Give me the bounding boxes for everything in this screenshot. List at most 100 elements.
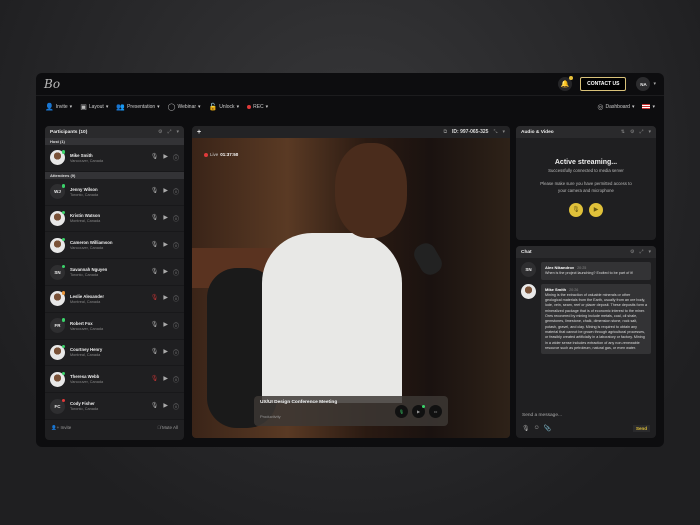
participant-row[interactable]: FCCody FisherToronto, Canada🎙▶ⓘ [45, 393, 184, 420]
avatar-initials: FR [55, 323, 61, 328]
chevron-down-icon[interactable]: ▾ [648, 129, 651, 135]
mic-icon[interactable]: 🎙 [151, 321, 159, 330]
screen-share-button[interactable]: ▭ [429, 405, 442, 418]
info-icon[interactable]: ⓘ [173, 375, 179, 384]
participant-row[interactable]: Courtney HenryMontreal, Canada🎙▶ⓘ [45, 340, 184, 367]
mic-off-icon[interactable]: 🎙 [151, 375, 159, 384]
users-icon: 👥 [116, 103, 125, 111]
participant-avatar: SN [50, 265, 65, 280]
mic-icon[interactable]: 🎙 [151, 402, 159, 411]
camera-icon[interactable]: ▶ [163, 187, 168, 196]
contact-us-button[interactable]: CONTACT US [580, 77, 626, 91]
info-icon[interactable]: ⓘ [173, 294, 179, 303]
info-icon[interactable]: ⓘ [173, 187, 179, 196]
info-icon[interactable]: ⓘ [173, 402, 179, 411]
invite-menu[interactable]: 👤Invite▾ [45, 103, 72, 111]
lock-icon: 🔓 [209, 103, 218, 111]
camera-icon[interactable]: ▶ [163, 268, 168, 277]
user-avatar[interactable]: NA [636, 77, 650, 91]
presentation-label: Presentation [127, 104, 155, 110]
language-menu[interactable]: ▾ [642, 104, 655, 110]
settings-icon[interactable]: ⚙ [158, 129, 162, 135]
status-dot-icon [62, 291, 66, 295]
info-icon[interactable]: ⓘ [173, 321, 179, 330]
participant-row[interactable]: Cameron WilliamsonVancouver, Canada🎙▶ⓘ [45, 232, 184, 259]
expand-icon[interactable]: ⤢ [167, 129, 171, 135]
participant-row[interactable]: Kristin WatsonMontreal, Canada🎙▶ⓘ [45, 206, 184, 233]
camera-icon[interactable]: ▶ [163, 153, 168, 162]
chevron-down-icon[interactable]: ▾ [176, 129, 179, 135]
participant-name: Kristin Watson [70, 213, 151, 218]
add-icon[interactable]: + [197, 129, 201, 136]
layout-menu[interactable]: ▣Layout▾ [80, 103, 108, 111]
copy-icon[interactable]: ⧉ [443, 129, 447, 135]
rec-menu[interactable]: REC▾ [247, 104, 268, 110]
info-icon[interactable]: ⓘ [173, 214, 179, 223]
expand-icon[interactable]: ⤢ [639, 249, 643, 255]
settings-icon[interactable]: ⚙ [630, 129, 634, 135]
participant-location: Vancouver, Canada [70, 159, 151, 163]
participant-location: Montreal, Canada [70, 300, 151, 304]
participant-name: Theresa Webb [70, 374, 151, 379]
participant-row[interactable]: Leslie AlexanderMontreal, Canada🎙▶ⓘ [45, 286, 184, 313]
chevron-down-icon[interactable]: ▾ [653, 81, 656, 87]
mute-all-button[interactable]: 🎙̸ Mute All [157, 425, 178, 430]
participant-row[interactable]: Mike SmithVancouver, Canada🎙 ▶ ⓘ [45, 145, 184, 172]
camera-icon[interactable]: ▶ [163, 348, 168, 357]
invite-button[interactable]: 👤+ Invite [51, 425, 71, 431]
camera-button[interactable]: ▶ [412, 405, 425, 418]
mic-icon[interactable]: 🎙 [151, 268, 159, 277]
participant-row[interactable]: Theresa WebbVancouver, Canada🎙▶ⓘ [45, 366, 184, 393]
notification-bell-icon[interactable]: 🔔 [558, 77, 572, 91]
participant-location: Vancouver, Canada [70, 246, 151, 250]
camera-icon[interactable]: ▶ [163, 294, 168, 303]
chat-avatar: SN [521, 262, 536, 277]
mic-toggle-button[interactable]: 🎙 [569, 203, 583, 217]
chevron-down-icon[interactable]: ▾ [648, 249, 651, 255]
send-button[interactable]: Send [633, 425, 650, 432]
mic-icon[interactable]: 🎙 [151, 241, 159, 250]
streaming-status: Active streaming... [516, 159, 656, 166]
info-icon[interactable]: ⓘ [173, 348, 179, 357]
mic-icon[interactable]: 🎙 [151, 348, 159, 357]
invite-label: Invite [56, 104, 68, 110]
mic-icon[interactable]: 🎙 [151, 214, 159, 223]
sort-icon[interactable]: ⇅ [621, 129, 625, 135]
camera-icon[interactable]: ▶ [163, 375, 168, 384]
participant-row[interactable]: SNSavannah NguyenToronto, Canada🎙▶ⓘ [45, 259, 184, 286]
mic-icon[interactable]: 🎙 [522, 425, 530, 432]
presentation-menu[interactable]: 👥Presentation▾ [116, 103, 159, 111]
mic-icon[interactable]: 🎙 [151, 153, 159, 162]
info-icon[interactable]: ⓘ [173, 153, 179, 162]
fullscreen-icon[interactable]: ⤡ [493, 129, 497, 135]
info-icon[interactable]: ⓘ [173, 268, 179, 277]
camera-icon[interactable]: ▶ [163, 214, 168, 223]
message-input[interactable]: Send a message... [522, 413, 562, 418]
meeting-category: Productivity [260, 414, 281, 419]
mic-off-icon[interactable]: 🎙 [151, 294, 159, 303]
webinar-menu[interactable]: ◯Webinar▾ [168, 103, 201, 111]
us-flag-icon [642, 104, 650, 109]
chevron-down-icon[interactable]: ▾ [502, 129, 505, 135]
expand-icon[interactable]: ⤢ [639, 129, 643, 135]
attachment-icon[interactable]: 📎 [544, 425, 551, 432]
participant-name: Mike Smith [70, 153, 151, 158]
meeting-title: UX/UI Design Conference Meeting [260, 400, 391, 405]
mic-button[interactable]: 🎙 [395, 405, 408, 418]
dashboard-menu[interactable]: ◎Dashboard▾ [597, 103, 634, 111]
settings-icon[interactable]: ⚙ [630, 249, 634, 255]
participant-avatar [50, 291, 65, 306]
message-author: Alex Nikandrov [545, 265, 574, 270]
participant-row[interactable]: FRRobert FoxVancouver, Canada🎙▶ⓘ [45, 313, 184, 340]
mic-icon[interactable]: 🎙 [151, 187, 159, 196]
info-icon[interactable]: ⓘ [173, 241, 179, 250]
camera-icon[interactable]: ▶ [163, 241, 168, 250]
camera-icon[interactable]: ▶ [163, 402, 168, 411]
camera-toggle-button[interactable]: ▶ [589, 203, 603, 217]
camera-icon[interactable]: ▶ [163, 321, 168, 330]
emoji-icon[interactable]: ☺ [534, 425, 540, 432]
meeting-id: ID: 997-065-325 [452, 129, 488, 135]
participant-row[interactable]: WJJenny WilsonToronto, Canada🎙▶ⓘ [45, 179, 184, 206]
unlock-menu[interactable]: 🔓Unlock▾ [209, 103, 240, 111]
status-dot-icon [62, 345, 66, 349]
